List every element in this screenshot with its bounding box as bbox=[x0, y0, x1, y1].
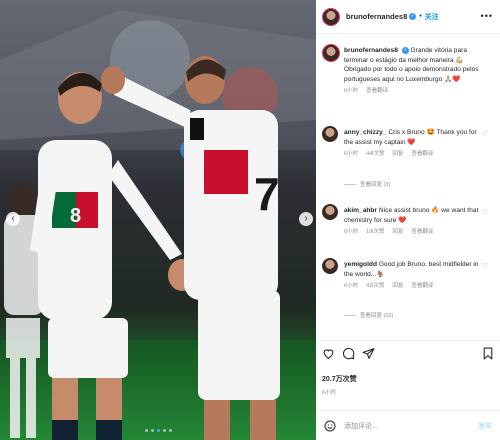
post-sidebar: brunofernandes8 ✓ • 关注 ••• brunofernande… bbox=[316, 0, 500, 440]
previous-image-button[interactable]: ‹ bbox=[6, 212, 20, 226]
post-photo[interactable]: 8 7 ‹ › bbox=[0, 0, 316, 440]
view-replies-label[interactable]: 查看回复 (3) bbox=[360, 180, 390, 188]
caption-time: 6小时 bbox=[344, 88, 359, 95]
comment-likes[interactable]: 42l次赞 bbox=[366, 282, 384, 292]
commenter-username[interactable]: anny_chizzy_ bbox=[344, 129, 387, 136]
carousel-dot bbox=[162, 429, 166, 432]
author-username[interactable]: brunofernandes8 bbox=[346, 12, 407, 21]
post-header: brunofernandes8 ✓ • 关注 ••• bbox=[316, 0, 500, 34]
separator-dot: • bbox=[419, 13, 422, 20]
carousel-indicator bbox=[0, 429, 316, 432]
post-comment-button[interactable]: 发布 bbox=[478, 421, 492, 431]
commenter-username[interactable]: yemigoldd bbox=[344, 261, 377, 268]
next-image-button[interactable]: › bbox=[299, 212, 313, 226]
commenter-avatar[interactable] bbox=[322, 258, 338, 274]
author-avatar[interactable] bbox=[322, 44, 340, 62]
view-replies-link[interactable]: 查看回复 (3) bbox=[344, 180, 390, 188]
comment-time: 6小时 bbox=[344, 151, 359, 158]
post-actions: 20.7万次赞 6小时 bbox=[316, 340, 500, 400]
view-replies-label[interactable]: 查看回复 (12) bbox=[360, 311, 393, 319]
more-options-icon[interactable]: ••• bbox=[481, 11, 493, 21]
translate-link[interactable]: 查看翻译 bbox=[366, 87, 388, 97]
carousel-dot bbox=[144, 429, 148, 432]
comment-like-heart-icon[interactable]: ♡ bbox=[482, 130, 488, 138]
caption-username[interactable]: brunofernandes8 bbox=[344, 47, 398, 54]
translate-link[interactable]: 查看翻译 bbox=[411, 150, 433, 160]
carousel-dot bbox=[168, 429, 172, 432]
heart-icon[interactable] bbox=[322, 347, 335, 360]
comment-time: 6小时 bbox=[344, 283, 359, 290]
comment-likes[interactable]: 44l次赞 bbox=[366, 150, 384, 160]
jersey-number-right: 7 bbox=[254, 168, 280, 220]
reply-button[interactable]: 回复 bbox=[392, 282, 403, 292]
translate-link[interactable]: 查看翻译 bbox=[411, 282, 433, 292]
comment-like-heart-icon[interactable]: ♡ bbox=[482, 262, 488, 270]
verified-badge-icon: ✓ bbox=[401, 46, 409, 54]
photo-illustration: 8 7 bbox=[0, 0, 316, 440]
chevron-left-icon: ‹ bbox=[11, 213, 15, 224]
chevron-right-icon: › bbox=[304, 213, 308, 224]
bookmark-icon[interactable] bbox=[482, 347, 494, 360]
reply-button[interactable]: 回复 bbox=[392, 150, 403, 160]
commenter-username[interactable]: akim_ahbr bbox=[344, 207, 377, 214]
comment-input[interactable]: 添加评论... bbox=[344, 421, 478, 431]
view-replies-link[interactable]: 查看回复 (12) bbox=[344, 311, 393, 319]
add-comment-bar: 添加评论... 发布 bbox=[316, 410, 500, 440]
reply-divider bbox=[344, 183, 356, 185]
comment-icon[interactable] bbox=[342, 347, 355, 360]
comment-likes[interactable]: 19l次赞 bbox=[366, 228, 384, 238]
translate-link[interactable]: 查看翻译 bbox=[411, 228, 433, 238]
post-time: 6小时 bbox=[322, 390, 337, 396]
follow-button[interactable]: 关注 bbox=[425, 12, 439, 22]
commenter-avatar[interactable] bbox=[322, 204, 338, 220]
comments-list[interactable]: brunofernandes8 ✓ Grande vitória para te… bbox=[316, 34, 500, 340]
carousel-dot bbox=[150, 429, 154, 432]
emoji-icon[interactable] bbox=[324, 420, 336, 432]
comment-like-heart-icon[interactable]: ♡ bbox=[482, 208, 488, 216]
share-icon[interactable] bbox=[362, 347, 375, 360]
reply-divider bbox=[344, 314, 356, 316]
comment-time: 6小时 bbox=[344, 229, 359, 236]
reply-button[interactable]: 回复 bbox=[392, 228, 403, 238]
author-avatar[interactable] bbox=[322, 7, 340, 26]
jersey-number-left: 8 bbox=[70, 205, 81, 227]
commenter-avatar[interactable] bbox=[322, 126, 338, 142]
carousel-dot-active bbox=[156, 429, 160, 432]
like-count[interactable]: 20.7万次赞 bbox=[322, 374, 357, 384]
verified-badge-icon: ✓ bbox=[409, 13, 417, 20]
